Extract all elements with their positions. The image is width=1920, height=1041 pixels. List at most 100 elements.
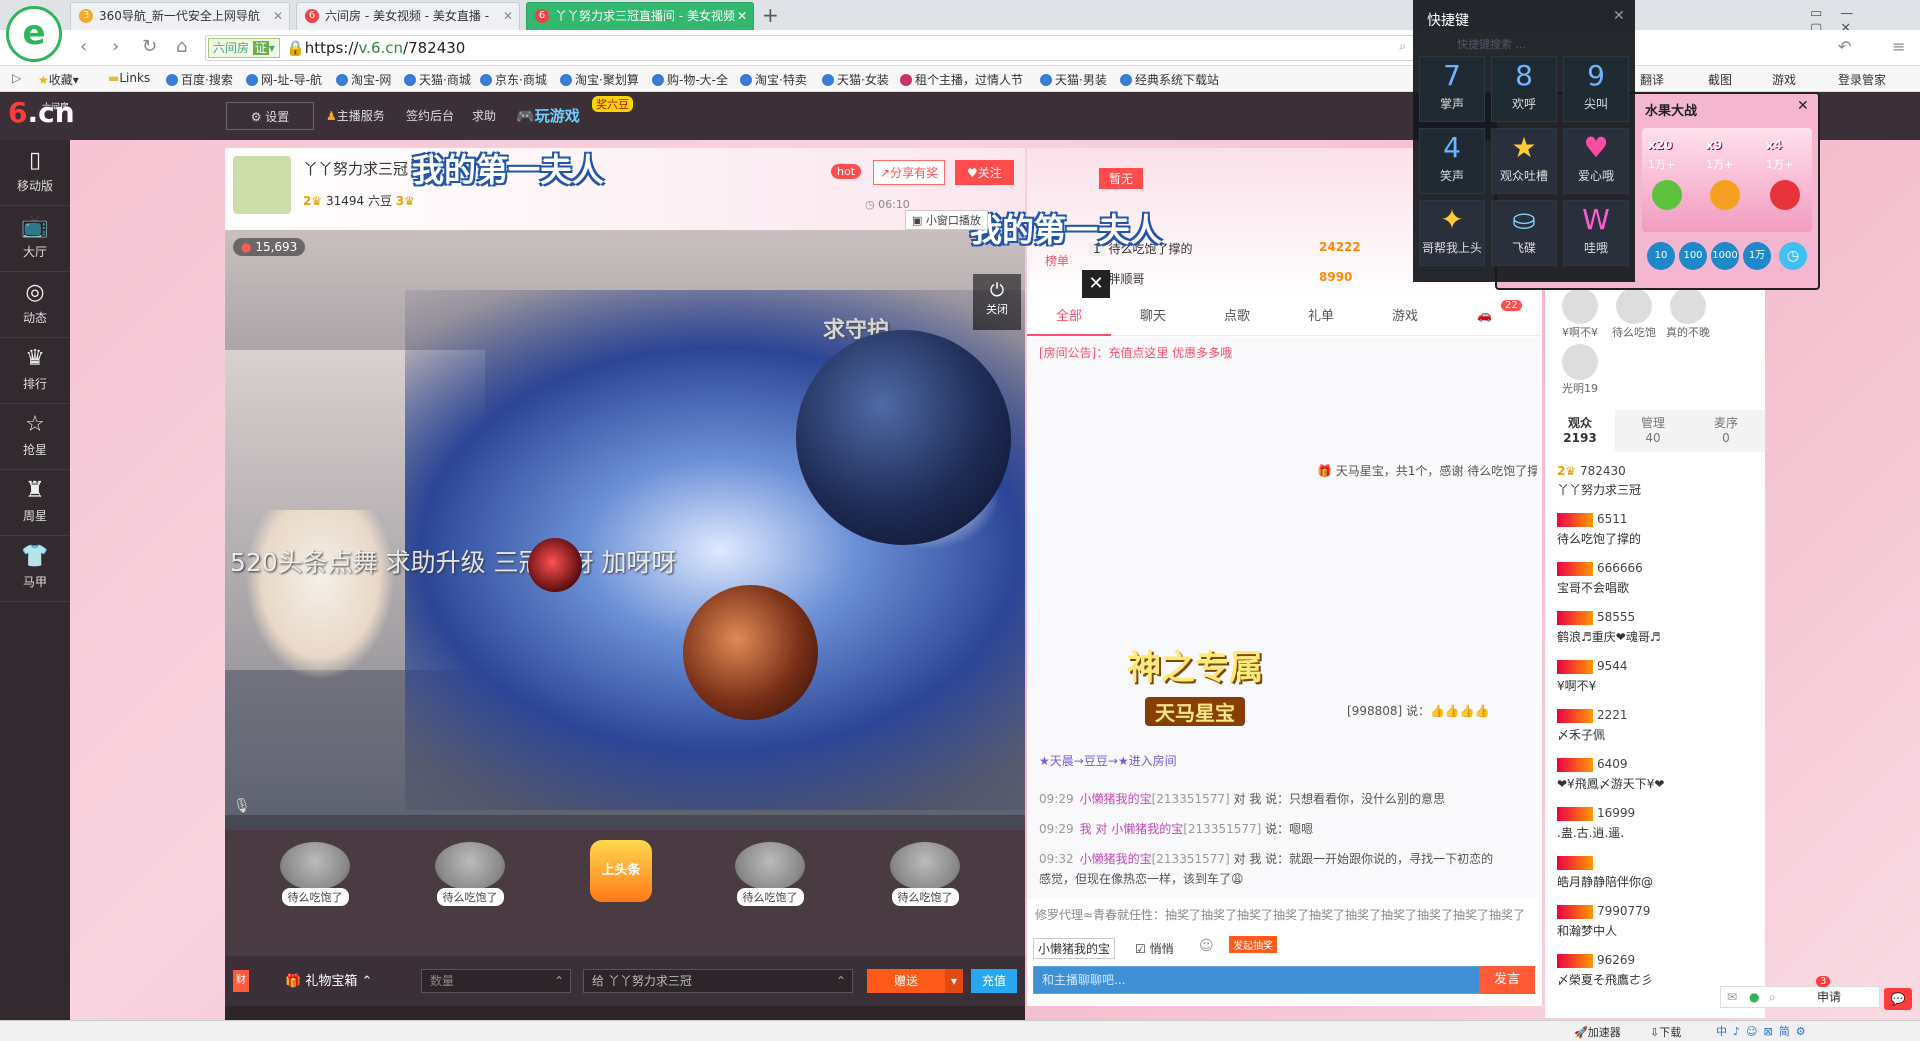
audience-row[interactable]: 皓月静静陪伴你@	[1557, 855, 1757, 895]
timer-icon[interactable]: ◷	[1779, 242, 1807, 270]
audience-row[interactable]: 7990779 和瀚梦中人	[1557, 904, 1757, 944]
bookmark-item[interactable]: 经典系统下载站	[1120, 71, 1219, 88]
chat-messages[interactable]: [房间公告]：充值点这里 优惠多多哦 🎁 天马星宝，共1个，感谢 待么吃饱了撑 …	[1027, 338, 1537, 898]
emoji-icon[interactable]: ☺	[1199, 938, 1214, 954]
shortcut-key-ufo[interactable]: ⛀ 飞碟	[1491, 200, 1557, 266]
download-button[interactable]: ⇩下载	[1650, 1024, 1681, 1040]
bookmark-item[interactable]: 京东·商城	[480, 71, 547, 88]
screenshot-button[interactable]: 截图	[1708, 71, 1732, 88]
close-icon[interactable]: ✕	[1797, 98, 1809, 114]
nav-feed[interactable]: ◎ 动态	[0, 272, 70, 338]
mini-avatar[interactable]: 待么吃饱	[1609, 288, 1659, 340]
bet-2[interactable]: 1万+	[1706, 156, 1733, 172]
audience-row[interactable]: 2221 〆禾子佩	[1557, 708, 1757, 748]
bookmark-item[interactable]: 购-物-大-全	[652, 71, 728, 88]
shortcut-key-headline[interactable]: ✦ 哥帮我上头	[1419, 200, 1485, 266]
bookmark-item[interactable]: 淘宝·聚划算	[560, 71, 639, 88]
search-icon[interactable]: ⌕	[1769, 987, 1776, 1007]
gift-item[interactable]: 待么吃饱了	[880, 842, 970, 916]
mail-icon[interactable]: ✉	[1727, 987, 1737, 1007]
menu-icon[interactable]: ≡	[1892, 38, 1905, 56]
audience-row[interactable]: 666666 宝哥不会唱歌	[1557, 561, 1757, 601]
accelerator-button[interactable]: 🚀加速器	[1574, 1024, 1621, 1040]
chat-bubble-icon[interactable]: 💬	[1884, 988, 1912, 1010]
recharge-button[interactable]: 充值	[971, 969, 1017, 993]
shortcut-key-laugh[interactable]: 4 笑声	[1419, 128, 1485, 194]
bookmark-item[interactable]: ★收藏▾	[38, 71, 79, 88]
audience-row[interactable]: 9544 ¥啊不¥	[1557, 659, 1757, 699]
shortcut-key-applause[interactable]: 7 掌声	[1419, 56, 1485, 122]
chip-100[interactable]: 100	[1679, 242, 1707, 270]
bookmark-item[interactable]: 天猫·商城	[404, 71, 471, 88]
login-manager-button[interactable]: 登录管家	[1838, 71, 1886, 88]
browser-logo[interactable]: e	[6, 6, 62, 62]
chat-message[interactable]: 09:29 我 对 小懒猪我的宝[213351577] 说：嗯嗯	[1039, 820, 1313, 837]
forward-icon[interactable]: ›	[112, 38, 119, 56]
ime-toolbar[interactable]: 中♪☺⊠简⚙	[1716, 1023, 1812, 1039]
shortcut-key-roast[interactable]: ★ 观众吐槽	[1491, 128, 1557, 194]
quantity-input[interactable]: 数量 ⌃	[421, 969, 571, 993]
microphone-icon[interactable]: 🎙	[233, 798, 251, 814]
give-button[interactable]: 赠送	[867, 969, 945, 993]
url-text[interactable]: 🔒https://v.6.cn/782430	[286, 39, 465, 57]
mini-avatar[interactable]: ¥啊不¥	[1555, 288, 1605, 340]
tab-mic-queue[interactable]: 麦序 0	[1691, 410, 1761, 452]
nav-hall[interactable]: 📺 大厅	[0, 206, 70, 272]
rank-row-2[interactable]: 2 胖顺哥8990	[1089, 270, 1389, 287]
gift-item[interactable]: 待么吃饱了	[270, 842, 360, 916]
close-video-button[interactable]: ⏻ 关闭	[973, 274, 1021, 330]
chat-message[interactable]: 09:29 小懒猪我的宝[213351577] 对 我 说：只想看看你，没什么别的…	[1039, 790, 1445, 807]
settings-button[interactable]: ⚙ 设置	[226, 102, 314, 130]
online-icon[interactable]: ●	[1749, 987, 1759, 1007]
undo-icon[interactable]: ↶	[1838, 38, 1851, 56]
sign-backend-link[interactable]: 签约后台	[406, 102, 454, 130]
gift-box-button[interactable]: 🎁 礼物宝箱 ⌃	[285, 970, 372, 989]
search-icon[interactable]: ⌕	[1399, 39, 1406, 54]
mini-avatar[interactable]: 光明19	[1555, 344, 1605, 396]
bookmark-item[interactable]: 网-址-导-航	[246, 71, 322, 88]
sidebar-toggle-icon[interactable]: ▷	[12, 71, 21, 85]
lottery-button[interactable]: 发起抽奖	[1229, 936, 1277, 953]
chip-10[interactable]: 10	[1647, 242, 1675, 270]
follow-button[interactable]: ♥关注	[955, 160, 1014, 185]
bookmark-item[interactable]: 租个主播，过情人节	[900, 71, 1023, 88]
shortcut-key-cheer[interactable]: 8 欢呼	[1491, 56, 1557, 122]
give-options-button[interactable]: ▾	[945, 969, 963, 993]
audience-row[interactable]: 2♛ 782430 丫丫努力求三冠	[1557, 464, 1757, 504]
site-identity-tag[interactable]: 六间房 证 ▾	[208, 38, 280, 58]
new-tab-button[interactable]: +	[762, 3, 779, 27]
games-button[interactable]: 游戏	[1772, 71, 1796, 88]
chat-input[interactable]: 和主播聊聊吧...	[1033, 966, 1483, 994]
tab-games[interactable]: 游戏	[1363, 298, 1447, 336]
nav-rank[interactable]: ♛ 排行	[0, 338, 70, 404]
tab-live-room[interactable]: 6 丫丫努力求三冠直播间 - 美女视频 ✕	[526, 2, 754, 30]
room-notice[interactable]: [房间公告]：充值点这里 优惠多多哦	[1039, 344, 1232, 361]
shortcut-key-love[interactable]: ♥ 爱心哦	[1563, 128, 1629, 194]
effect-close-button[interactable]: ✕	[1082, 270, 1110, 298]
car-icon[interactable]: 🚗	[1477, 308, 1492, 322]
send-button[interactable]: 发言	[1479, 966, 1535, 994]
bookmark-item[interactable]: ▬Links	[108, 71, 150, 85]
play-game-link[interactable]: 🎮玩游戏	[516, 102, 580, 130]
mini-window-button[interactable]: ▣ 小窗口播放	[905, 210, 988, 230]
gift-item[interactable]: 待么吃饱了	[425, 842, 515, 916]
back-icon[interactable]: ‹	[80, 38, 87, 56]
home-icon[interactable]: ⌂	[176, 38, 187, 56]
avatar[interactable]	[233, 156, 291, 214]
anchor-service-link[interactable]: ♟主播服务	[326, 102, 385, 130]
translate-button[interactable]: 翻译	[1640, 71, 1664, 88]
close-icon[interactable]: ✕	[1613, 8, 1625, 24]
wealth-icon[interactable]: 财	[233, 970, 249, 992]
chat-target-select[interactable]: 小懒猪我的宝	[1033, 938, 1116, 959]
refresh-icon[interactable]: ↻	[142, 38, 157, 56]
tab-song[interactable]: 点歌	[1195, 298, 1279, 336]
shortcut-key-scream[interactable]: 9 尖叫	[1563, 56, 1629, 122]
share-button[interactable]: ↗分享有奖	[873, 160, 946, 185]
close-icon[interactable]: ✕	[737, 3, 747, 29]
tab-6cn[interactable]: 6 六间房 - 美女视频 - 美女直播 - ✕	[296, 2, 520, 30]
bookmark-item[interactable]: 百度·搜索	[166, 71, 233, 88]
audience-row[interactable]: 16999 .蛊.古.逍.遥.	[1557, 806, 1757, 846]
chip-1000[interactable]: 1000	[1711, 242, 1739, 270]
headline-button[interactable]: 上头条	[590, 840, 652, 902]
apply-button[interactable]: 申请	[1817, 987, 1841, 1007]
